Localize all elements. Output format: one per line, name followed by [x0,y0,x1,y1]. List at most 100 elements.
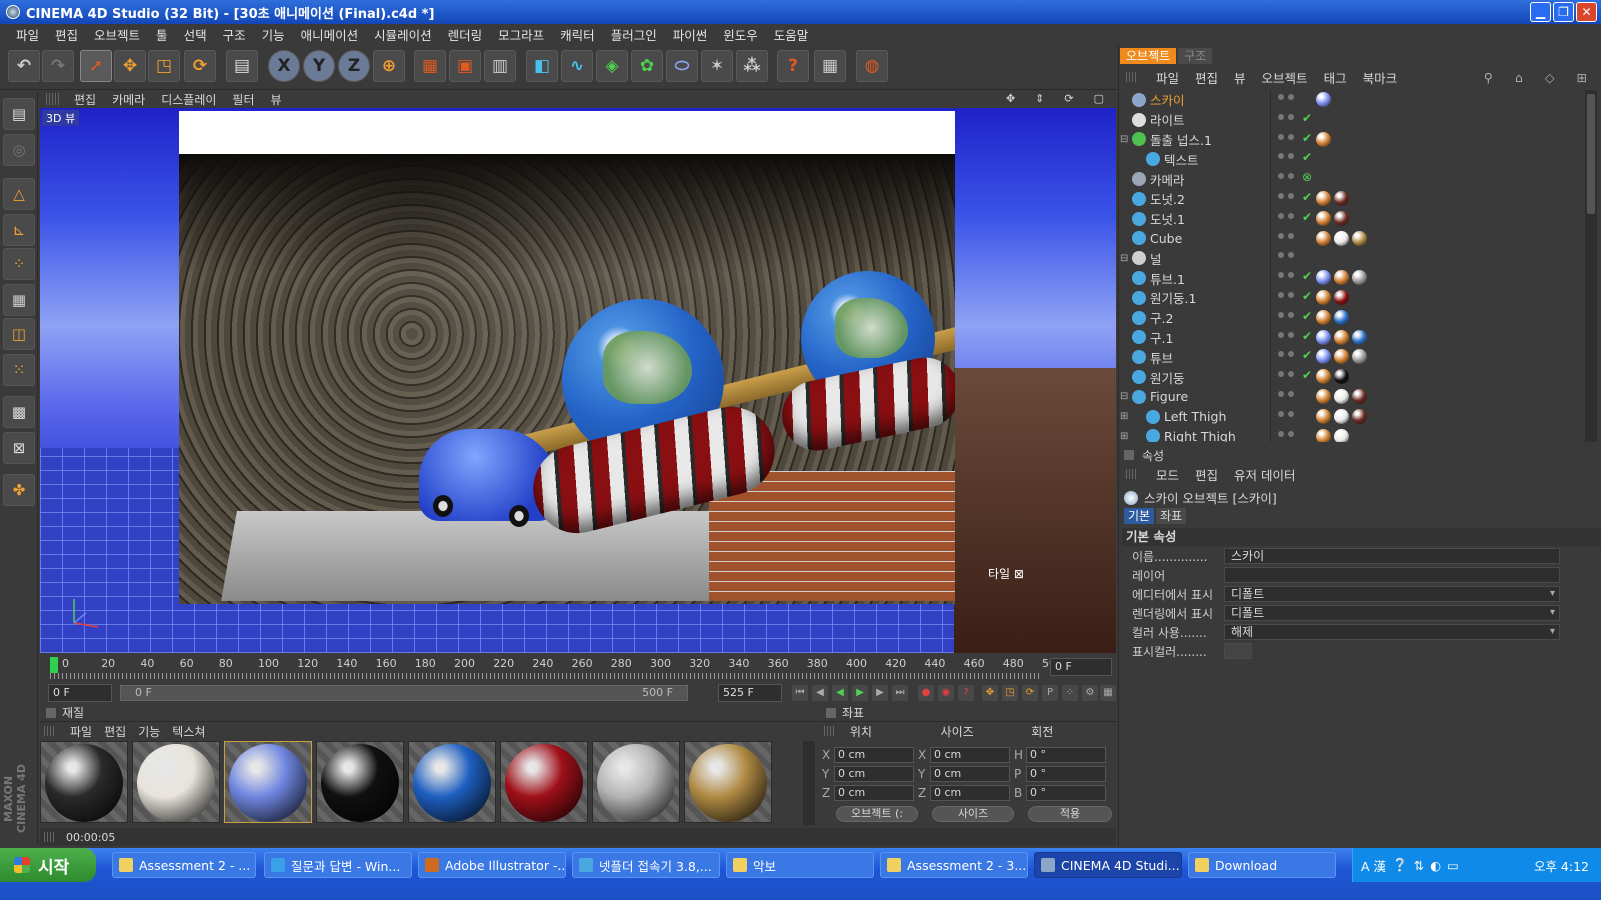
position-field[interactable]: 0 cm [834,766,914,782]
grip-handle[interactable] [44,726,56,736]
edges-mode-icon[interactable]: ▦ [3,284,35,316]
tag-icon[interactable] [1352,329,1367,345]
object-row[interactable]: Cube [1120,228,1584,249]
layout-mode-icon[interactable]: ▤ [3,98,35,130]
object-row[interactable]: 구.1 ✔ [1120,327,1584,348]
tab-objects[interactable]: 오브젝트 [1120,48,1177,64]
enabled-check-icon[interactable]: ✔ [1302,190,1312,204]
material-swatch[interactable] [592,741,680,823]
render-visibility-dot-icon[interactable] [1288,212,1294,219]
viewport-menu-view[interactable]: 뷰 [263,91,290,108]
coordinate-mode-dropdown[interactable]: 오브젝트 (: [836,806,918,822]
viewport-menu-camera[interactable]: 카메라 [104,91,153,108]
tag-icon[interactable] [1316,369,1331,385]
key-scale-icon[interactable]: ◳ [1002,685,1018,701]
editor-visibility-dot-icon[interactable] [1278,252,1284,259]
web-icon[interactable]: ◍ [856,50,888,82]
render-visibility-dot-icon[interactable] [1288,94,1294,100]
object-row[interactable]: 스카이 [1120,90,1584,110]
undo-icon[interactable]: ↶ [8,50,40,82]
rotation-field[interactable]: 0 ° [1026,785,1106,801]
editor-visibility-dot-icon[interactable] [1278,272,1284,279]
goto-start-icon[interactable]: ⏮ [792,685,808,701]
time-cursor[interactable] [50,657,58,673]
render-visibility-dot-icon[interactable] [1288,390,1294,397]
panel-close-icon[interactable] [1124,450,1134,460]
menu-character[interactable]: 캐릭터 [552,25,603,44]
visibility-dots[interactable] [1278,252,1294,259]
expand-toggle-icon[interactable]: ⊟ [1120,134,1132,145]
visibility-dots[interactable] [1278,291,1294,298]
viewport-menu-display[interactable]: 디스플레이 [153,91,224,108]
render-visibility-dot-icon[interactable] [1288,272,1294,279]
timeline[interactable]: 0 20 40 60 80 100 120 140 160 180 200 220 240 260 280 3… [40,655,1116,681]
taskbar-item[interactable]: Assessment 2 - 3... [880,852,1028,878]
size-field[interactable]: 0 cm [930,785,1010,801]
orbit-icon[interactable]: ⟳ [1056,92,1081,105]
material-swatch[interactable] [684,741,772,823]
enabled-check-icon[interactable]: ✔ [1302,150,1312,164]
material-swatch[interactable] [408,741,496,823]
scale-icon[interactable]: ◳ [148,50,180,82]
new-window-icon[interactable]: ⊞ [1569,70,1595,85]
object-row[interactable]: ⊞ Right Thigh [1120,426,1584,442]
editor-visibility-dot-icon[interactable] [1278,291,1284,298]
key-position-icon[interactable]: ✥ [982,685,998,701]
taskbar-item[interactable]: 넷플더 접속기 3.8,... [572,852,720,878]
size-mode-dropdown[interactable]: 사이즈 [932,806,1014,822]
visibility-dots[interactable] [1278,351,1294,358]
enabled-check-icon[interactable]: ✔ [1302,289,1312,303]
expand-toggle-icon[interactable]: ⊟ [1120,391,1132,402]
attribute-value[interactable] [1224,567,1560,583]
live-selection-icon[interactable]: ➚ [80,50,112,82]
layout-icon[interactable]: ▦ [814,50,846,82]
current-frame-field[interactable]: 0 F [1050,658,1112,676]
enabled-check-icon[interactable]: ✔ [1302,131,1312,145]
scroll-thumb[interactable] [1587,94,1595,214]
visibility-dots[interactable] [1278,331,1294,338]
enabled-check-icon[interactable]: ✔ [1302,210,1312,224]
render-visibility-dot-icon[interactable] [1288,113,1294,120]
editor-visibility-dot-icon[interactable] [1278,410,1284,417]
editor-visibility-dot-icon[interactable] [1278,212,1284,219]
visibility-dots[interactable] [1278,133,1294,140]
volume-icon[interactable]: ◐ [1430,858,1441,873]
cube-icon[interactable]: ◧ [526,50,558,82]
rotate-icon[interactable]: ⟳ [184,50,216,82]
object-row[interactable]: ⊟ 널 [1120,248,1584,269]
apply-button[interactable]: 적용 [1028,806,1112,822]
editor-visibility-dot-icon[interactable] [1278,331,1284,338]
model-mode-icon[interactable]: △ [3,178,35,210]
menu-object[interactable]: 오브젝트 [86,25,148,44]
enabled-check-icon[interactable]: ✔ [1302,269,1312,283]
visibility-dots[interactable] [1278,311,1294,318]
attribute-value[interactable]: 해제 [1224,624,1560,640]
tag-icon[interactable] [1316,349,1331,365]
close-button[interactable]: ✕ [1576,2,1597,22]
editor-visibility-dot-icon[interactable] [1278,371,1284,378]
render-visibility-dot-icon[interactable] [1288,153,1294,160]
enabled-check-icon[interactable]: ✔ [1302,368,1312,382]
render-visibility-dot-icon[interactable] [1288,133,1294,140]
object-row[interactable]: 카메라 ⊗ [1120,169,1584,190]
range-slider[interactable]: 0 F 500 F [120,685,688,701]
materials-scrollbar[interactable] [803,741,815,825]
render-visibility-dot-icon[interactable] [1288,351,1294,358]
enabled-check-icon[interactable]: ✔ [1302,329,1312,343]
material-swatch[interactable] [132,741,220,823]
enabled-check-icon[interactable]: ⊗ [1302,170,1312,184]
tab-coordinates[interactable]: 좌표 [1156,508,1187,524]
menu-simulation[interactable]: 시뮬레이션 [366,25,440,44]
texture-mode-icon[interactable]: ◎ [3,134,35,166]
tag-icon[interactable] [1334,289,1349,305]
tag-icon[interactable] [1316,388,1331,404]
tag-icon[interactable] [1316,428,1331,442]
tag-icon[interactable] [1316,289,1331,305]
grip-handle[interactable] [1126,469,1138,479]
object-row[interactable]: 도넛.2 ✔ [1120,188,1584,209]
redo-icon[interactable]: ↷ [42,50,74,82]
play-backward-icon[interactable]: ◀ [832,685,848,701]
minimize-button[interactable]: ▁ [1530,2,1551,22]
taskbar-item[interactable]: 악보 [726,852,874,878]
snap-icon[interactable]: ⊠ [3,432,35,464]
